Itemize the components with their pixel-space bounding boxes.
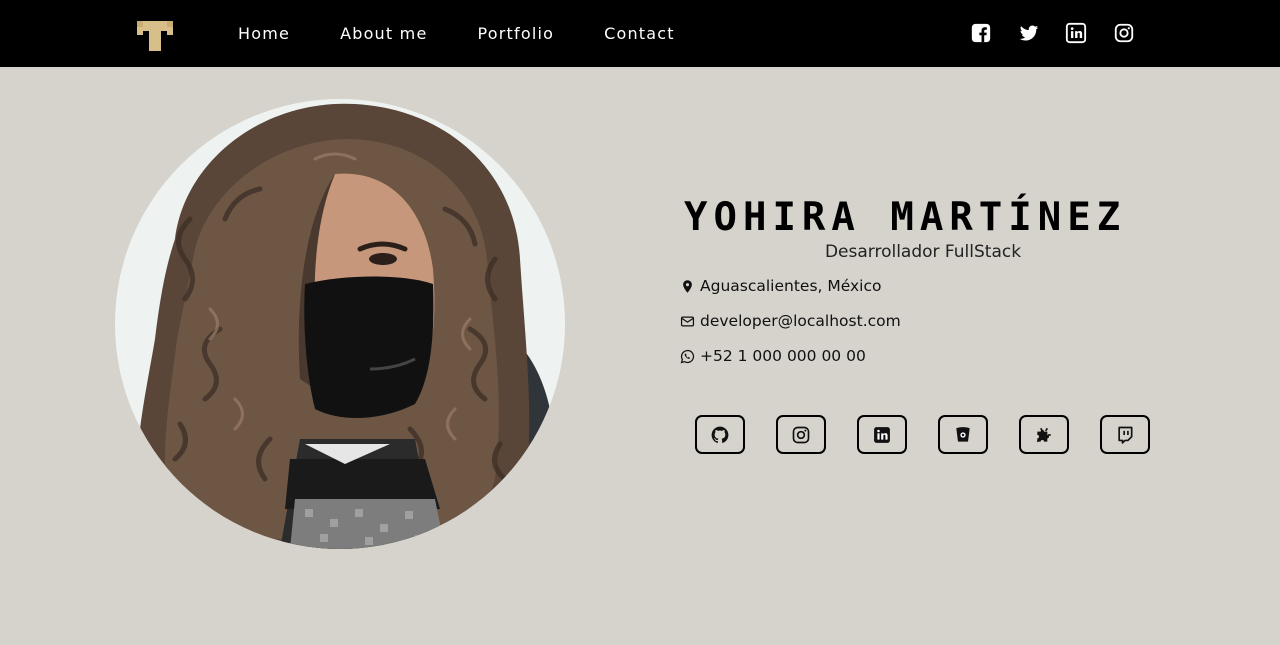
nav-link-home[interactable]: Home — [238, 24, 290, 43]
facebook-icon[interactable] — [970, 22, 992, 44]
profile-name: YOHIRA MARTÍNEZ — [684, 195, 1127, 240]
profile-photo — [115, 99, 565, 549]
bucket-button[interactable] — [938, 415, 988, 454]
twitch-button[interactable] — [1100, 415, 1150, 454]
github-icon — [711, 426, 729, 443]
map-marker-icon — [683, 279, 692, 293]
phone-row: +52 1 000 000 00 00 — [680, 347, 866, 365]
twitter-icon[interactable] — [1018, 22, 1040, 44]
logo-icon[interactable] — [137, 21, 173, 51]
bucket-icon — [956, 426, 970, 442]
github-button[interactable] — [695, 415, 745, 454]
nav-link-contact[interactable]: Contact — [604, 24, 675, 43]
location-text: Aguascalientes, México — [700, 277, 882, 295]
phone-text[interactable]: +52 1 000 000 00 00 — [700, 347, 866, 365]
nav-link-about[interactable]: About me — [340, 24, 427, 43]
twitch-icon — [1118, 426, 1133, 444]
linkedin-button[interactable] — [857, 415, 907, 454]
nav-link-portfolio[interactable]: Portfolio — [477, 24, 554, 43]
whatsapp-icon — [680, 349, 695, 363]
profile-photo-art — [115, 99, 565, 549]
navbar: Home About me Portfolio Contact — [0, 0, 1280, 67]
profile-role: Desarrollador FullStack — [824, 242, 1022, 262]
instagram-icon — [792, 426, 810, 443]
linkedin-icon — [874, 426, 890, 443]
profile-links — [695, 415, 1150, 454]
nav-links: Home About me Portfolio Contact — [238, 0, 725, 67]
puzzle-icon — [1036, 427, 1051, 442]
location-row: Aguascalientes, México — [680, 277, 882, 295]
email-row: developer@localhost.com — [680, 312, 901, 330]
instagram-button[interactable] — [776, 415, 826, 454]
instagram-icon[interactable] — [1113, 22, 1135, 44]
envelope-icon — [680, 316, 695, 326]
nav-social-links — [970, 22, 1135, 44]
puzzle-button[interactable] — [1019, 415, 1069, 454]
email-text[interactable]: developer@localhost.com — [700, 312, 901, 330]
linkedin-icon[interactable] — [1065, 22, 1087, 44]
